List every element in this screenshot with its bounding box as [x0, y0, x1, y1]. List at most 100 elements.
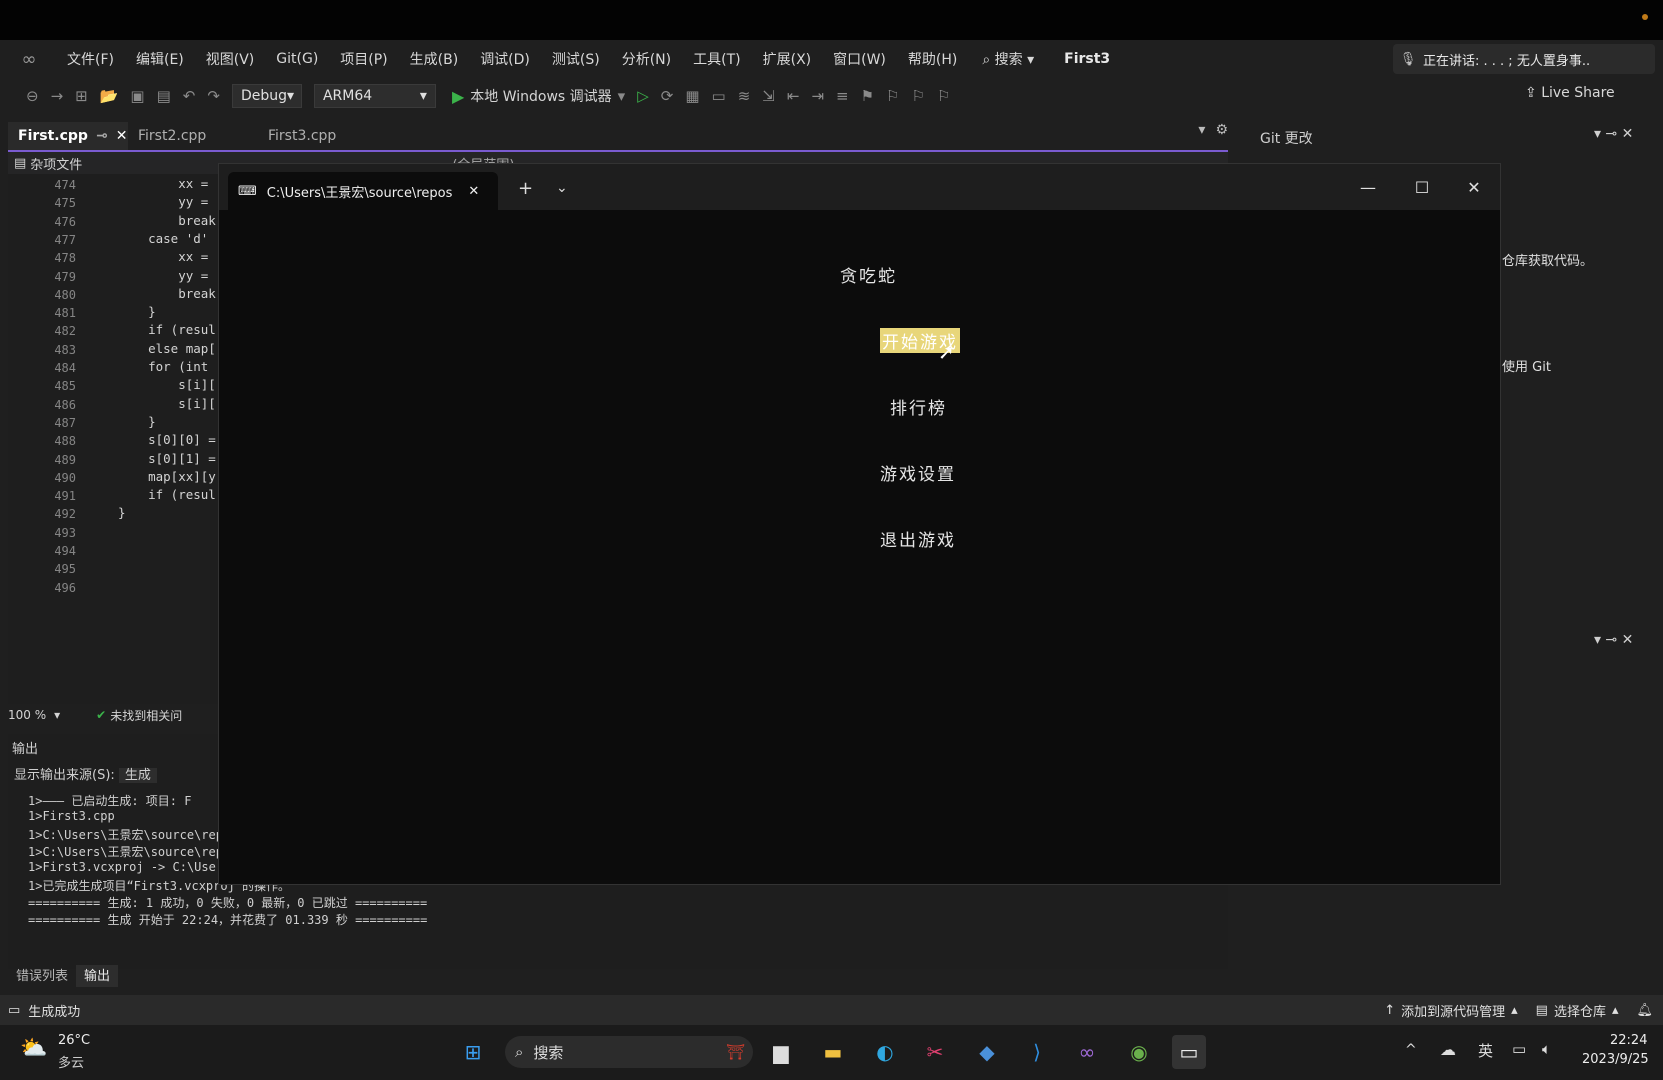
- menu-help[interactable]: 帮助(H): [897, 49, 968, 69]
- microphone-muted-icon[interactable]: 🎙: [1393, 52, 1423, 67]
- code-line[interactable]: break: [118, 286, 216, 301]
- tab-error-list[interactable]: 错误列表: [8, 965, 76, 987]
- code-line[interactable]: if (resul: [118, 487, 216, 502]
- live-share-button[interactable]: ⇪ Live Share: [1525, 85, 1615, 101]
- vscode-icon[interactable]: ⟩: [1020, 1035, 1054, 1069]
- network-icon[interactable]: ▭: [1512, 1040, 1526, 1058]
- solution-explorer-icon[interactable]: ▦: [685, 87, 699, 105]
- visual-studio-logo-icon[interactable]: ∞: [12, 46, 46, 72]
- code-line[interactable]: case 'd': [118, 231, 208, 246]
- chevron-down-icon[interactable]: ▾: [54, 708, 60, 722]
- code-line[interactable]: }: [118, 505, 126, 520]
- tab-output[interactable]: 输出: [76, 965, 119, 987]
- snipping-tool-icon[interactable]: ✂: [918, 1035, 952, 1069]
- bookmark-prev-icon[interactable]: ⚐: [886, 87, 899, 105]
- forward-icon[interactable]: →: [51, 87, 64, 105]
- close-icon[interactable]: ✕: [468, 184, 479, 199]
- code-editor[interactable]: 474 xx = 475 yy = 476 break 477 case 'd' 478…: [8, 174, 218, 704]
- panel-controls[interactable]: ▾ ⊸ ✕: [1594, 632, 1633, 648]
- gear-icon[interactable]: ⚙: [1215, 122, 1228, 150]
- pin-icon[interactable]: ⊸: [96, 128, 108, 144]
- task-view-icon[interactable]: ▆: [764, 1035, 798, 1069]
- nav-misc-files[interactable]: 杂项文件: [30, 154, 82, 173]
- select-repo-button[interactable]: 选择仓库: [1554, 1001, 1606, 1020]
- terminal-icon[interactable]: ▭: [1172, 1035, 1206, 1069]
- code-line[interactable]: map[xx][y: [118, 469, 216, 484]
- code-line[interactable]: break: [118, 213, 216, 228]
- code-line[interactable]: xx =: [118, 176, 208, 191]
- zoom-level[interactable]: 100 %: [8, 708, 46, 722]
- add-source-control-button[interactable]: 添加到源代码管理: [1401, 1001, 1505, 1020]
- comment-icon[interactable]: ≡: [836, 87, 849, 105]
- back-icon[interactable]: ⊖: [26, 87, 39, 105]
- format-icon[interactable]: ≋: [738, 87, 751, 105]
- code-line[interactable]: s[0][0] =: [118, 432, 216, 447]
- play-icon[interactable]: ▶: [452, 87, 464, 106]
- menu-edit[interactable]: 编辑(E): [125, 49, 195, 69]
- menu-git[interactable]: Git(G): [265, 51, 329, 67]
- tab-first-cpp[interactable]: First.cpp ⊸ ✕: [8, 122, 128, 150]
- menu-build[interactable]: 生成(B): [399, 49, 470, 69]
- visual-studio-icon[interactable]: ∞: [1070, 1035, 1104, 1069]
- new-tab-icon[interactable]: +: [518, 178, 533, 199]
- indent-icon[interactable]: ⇥: [811, 87, 824, 105]
- clock-time[interactable]: 22:24: [1610, 1033, 1647, 1048]
- menu-tools[interactable]: 工具(T): [682, 49, 751, 69]
- edge-icon[interactable]: ◐: [868, 1035, 902, 1069]
- menu-test[interactable]: 测试(S): [541, 49, 611, 69]
- menu-analyze[interactable]: 分析(N): [611, 49, 682, 69]
- taskbar-search[interactable]: ⌕ 搜索 ⛩: [505, 1036, 753, 1068]
- chevron-down-icon[interactable]: ▾: [618, 87, 626, 105]
- maximize-icon[interactable]: ☐: [1402, 172, 1442, 202]
- menu-exit-game[interactable]: 退出游戏: [880, 526, 956, 551]
- code-line[interactable]: }: [118, 304, 156, 319]
- chevron-up-icon[interactable]: ^: [1405, 1042, 1417, 1058]
- chevron-down-icon[interactable]: ⌄: [556, 180, 568, 196]
- code-line[interactable]: s[i][: [118, 377, 216, 392]
- code-line[interactable]: else map[: [118, 341, 216, 356]
- tab-first3-cpp[interactable]: First3.cpp: [258, 122, 388, 150]
- menu-file[interactable]: 文件(F): [56, 49, 125, 69]
- menu-game-settings[interactable]: 游戏设置: [880, 460, 956, 485]
- volume-icon[interactable]: 🔈︎: [1542, 1040, 1551, 1058]
- save-icon[interactable]: ▣: [130, 87, 144, 105]
- code-line[interactable]: yy =: [118, 194, 208, 209]
- output-source-dropdown[interactable]: 生成: [118, 768, 157, 783]
- menu-debug[interactable]: 调试(D): [469, 49, 541, 69]
- open-folder-icon[interactable]: 📂: [100, 87, 119, 105]
- chevron-down-icon[interactable]: ▾: [1198, 122, 1205, 150]
- bookmark-next-icon[interactable]: ⚐: [912, 87, 925, 105]
- close-icon[interactable]: ✕: [1454, 172, 1494, 202]
- close-icon[interactable]: ✕: [116, 128, 128, 144]
- file-explorer-icon[interactable]: ▬: [816, 1035, 850, 1069]
- run-without-debug-icon[interactable]: ▷: [637, 87, 649, 105]
- onedrive-icon[interactable]: ☁: [1440, 1040, 1456, 1059]
- panel-controls[interactable]: ▾ ⊸ ✕: [1594, 126, 1633, 142]
- hot-reload-icon[interactable]: ⟳: [661, 87, 674, 105]
- bookmark-icon[interactable]: ⚑: [861, 87, 874, 105]
- tab-first2-cpp[interactable]: First2.cpp: [128, 122, 258, 150]
- weather-icon[interactable]: ⛅: [20, 1036, 47, 1061]
- bell-icon[interactable]: 🔔︎: [1636, 1003, 1653, 1018]
- config-dropdown[interactable]: Debug ▾: [231, 84, 302, 108]
- menu-window[interactable]: 窗口(W): [822, 49, 897, 69]
- code-line[interactable]: s[i][: [118, 396, 216, 411]
- new-project-icon[interactable]: ⊞: [75, 87, 88, 105]
- code-line[interactable]: xx =: [118, 249, 208, 264]
- bookmark-clear-icon[interactable]: ⚐: [937, 87, 950, 105]
- save-all-icon[interactable]: ▤: [157, 87, 171, 105]
- menu-search[interactable]: ⌕ 搜索 ▾: [982, 49, 1034, 69]
- app-icon[interactable]: ◉: [1122, 1035, 1156, 1069]
- code-line[interactable]: }: [118, 414, 156, 429]
- menu-project[interactable]: 项目(P): [329, 49, 398, 69]
- python-icon[interactable]: ◆: [970, 1035, 1004, 1069]
- ime-indicator[interactable]: 英: [1478, 1040, 1493, 1061]
- menu-view[interactable]: 视图(V): [195, 49, 266, 69]
- clock-date[interactable]: 2023/9/25: [1582, 1052, 1649, 1067]
- layout-icon[interactable]: ▭: [712, 87, 726, 105]
- step-icon[interactable]: ⇲: [762, 87, 775, 105]
- menu-extensions[interactable]: 扩展(X): [752, 49, 823, 69]
- undo-icon[interactable]: ↶: [183, 87, 196, 105]
- windows-start-icon[interactable]: ⊞: [456, 1035, 490, 1069]
- console-tab[interactable]: ⌨ C:\Users\王景宏\source\repos ✕: [228, 172, 498, 210]
